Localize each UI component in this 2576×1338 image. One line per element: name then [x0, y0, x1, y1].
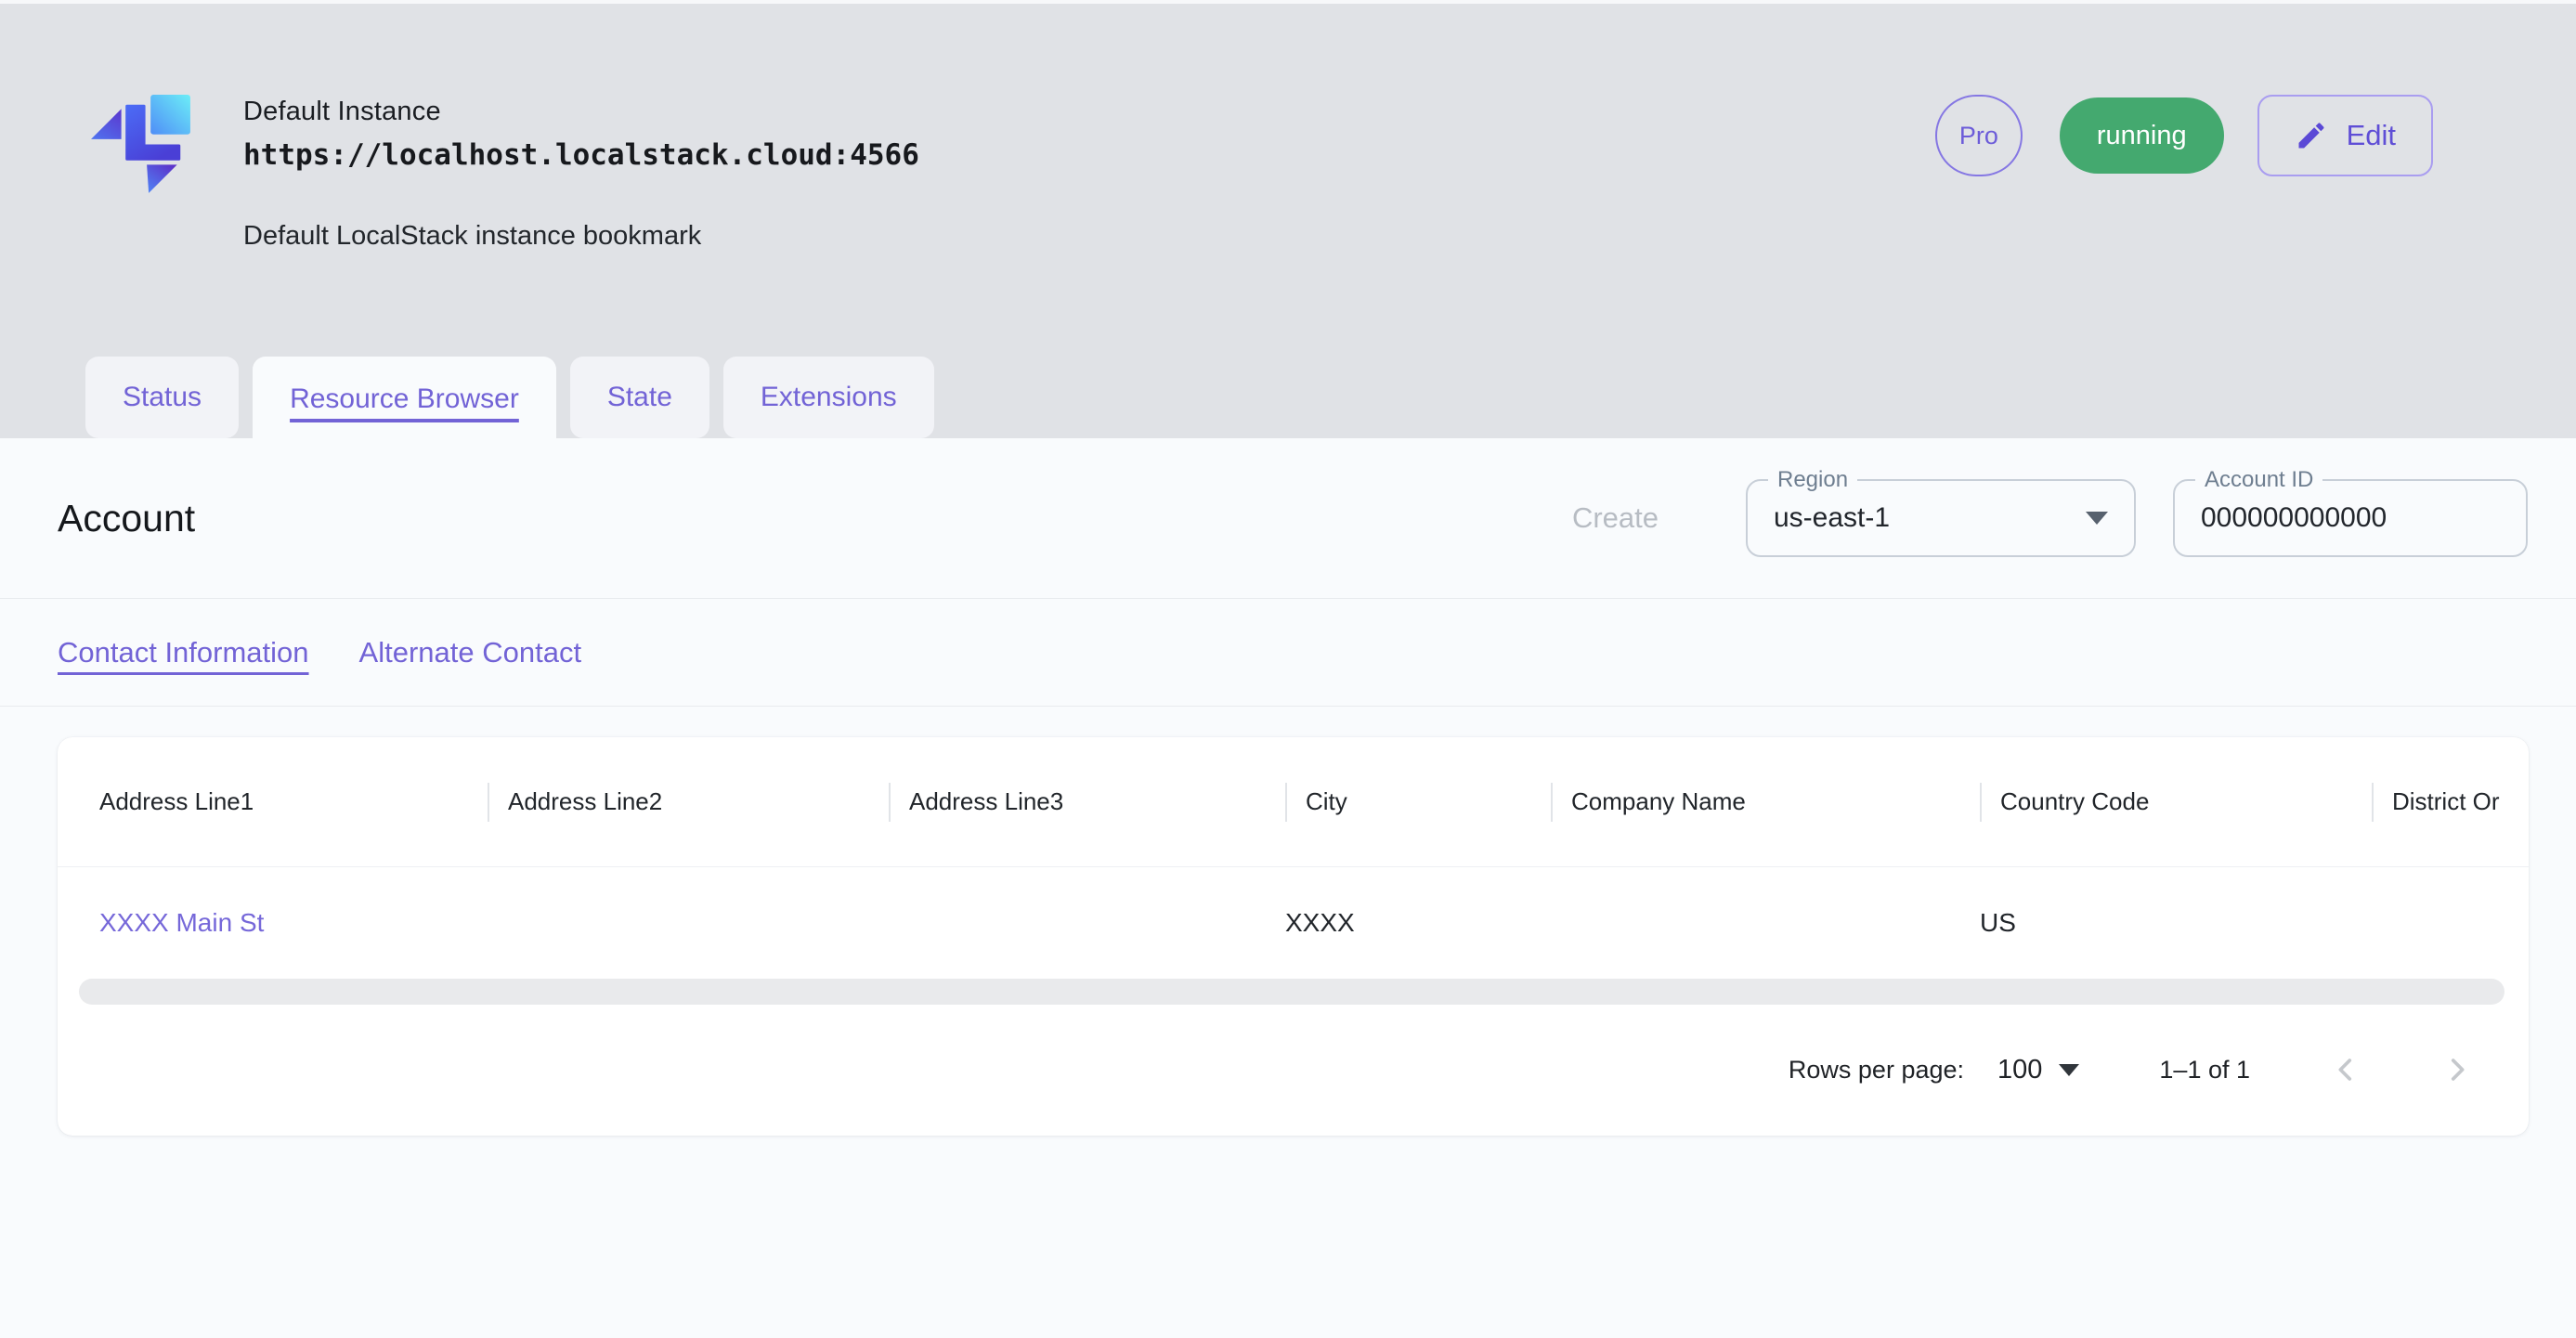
- instance-name: Default Instance: [243, 97, 919, 127]
- previous-page-button[interactable]: [2330, 1054, 2361, 1085]
- subtab-alternate-contact[interactable]: Alternate Contact: [359, 636, 582, 669]
- account-id-field: Account ID: [2173, 479, 2528, 557]
- chevron-left-icon: [2330, 1054, 2361, 1085]
- subtab-contact-information[interactable]: Contact Information: [58, 636, 309, 669]
- edit-button[interactable]: Edit: [2257, 95, 2433, 176]
- column-header-country-code[interactable]: Country Code: [1980, 783, 2372, 822]
- column-header-address-line1[interactable]: Address Line1: [99, 787, 488, 816]
- subtab-divider: [0, 706, 2576, 707]
- instance-title-block: Default Instance https://localhost.local…: [243, 97, 919, 172]
- horizontal-scrollbar[interactable]: [79, 979, 2504, 1005]
- data-grid-card: Address Line1 Address Line2 Address Line…: [58, 737, 2529, 1136]
- column-header-city[interactable]: City: [1285, 783, 1551, 822]
- column-separator: [1551, 783, 1553, 822]
- instance-description: Default LocalStack instance bookmark: [243, 221, 701, 252]
- column-separator: [1980, 783, 1982, 822]
- column-header-address-line3[interactable]: Address Line3: [889, 783, 1285, 822]
- chevron-down-icon: [2059, 1064, 2079, 1076]
- instance-url: https://localhost.localstack.cloud:4566: [243, 138, 919, 172]
- pro-badge: Pro: [1935, 95, 2023, 176]
- rows-per-page-value: 100: [1997, 1055, 2042, 1085]
- cell-city: XXXX: [1285, 908, 1551, 938]
- column-separator: [2372, 783, 2374, 822]
- table-header-row: Address Line1 Address Line2 Address Line…: [58, 737, 2529, 867]
- column-separator: [1285, 783, 1287, 822]
- column-separator: [488, 783, 489, 822]
- column-separator: [889, 783, 891, 822]
- region-select-value: us-east-1: [1774, 502, 1890, 534]
- pagination-range: 1–1 of 1: [2159, 1056, 2250, 1085]
- pagination-bar: Rows per page: 100 1–1 of 1: [58, 1005, 2529, 1135]
- account-id-input[interactable]: [2201, 502, 2500, 534]
- create-button[interactable]: Create: [1572, 501, 1659, 535]
- edit-button-label: Edit: [2347, 119, 2396, 152]
- chevron-down-icon: [2086, 512, 2108, 525]
- next-page-button[interactable]: [2441, 1054, 2473, 1085]
- column-header-address-line2[interactable]: Address Line2: [488, 783, 889, 822]
- pencil-icon: [2295, 119, 2328, 152]
- cell-country-code: US: [1980, 908, 2372, 938]
- page-title: Account: [58, 497, 195, 540]
- row-link[interactable]: XXXX Main St: [99, 908, 264, 938]
- resource-header: Account Create Region us-east-1 Account …: [0, 438, 2576, 598]
- rows-per-page-label: Rows per page:: [1789, 1056, 1964, 1085]
- account-id-label: Account ID: [2195, 467, 2322, 493]
- region-select[interactable]: Region us-east-1: [1746, 479, 2136, 557]
- chevron-right-icon: [2441, 1054, 2473, 1085]
- rows-per-page-select[interactable]: 100: [1997, 1055, 2079, 1085]
- instance-actions: Pro running Edit: [1935, 93, 2433, 178]
- resource-browser-panel: Account Create Region us-east-1 Account …: [0, 438, 2576, 1338]
- column-header-district[interactable]: District Or: [2372, 783, 2529, 822]
- localstack-app-window: Default Instance https://localhost.local…: [0, 0, 2576, 1338]
- localstack-logo-icon: [89, 93, 193, 197]
- cell-address-line1: XXXX Main St: [99, 908, 488, 938]
- status-badge: running: [2060, 97, 2224, 174]
- sub-tab-bar: Contact Information Alternate Contact: [0, 599, 2576, 706]
- tab-resource-browser[interactable]: Resource Browser: [253, 357, 556, 442]
- tab-state[interactable]: State: [570, 357, 709, 438]
- tab-extensions[interactable]: Extensions: [723, 357, 934, 438]
- region-select-label: Region: [1768, 467, 1857, 493]
- table-row[interactable]: XXXX Main St XXXX US: [58, 867, 2529, 979]
- tab-status[interactable]: Status: [85, 357, 239, 438]
- instance-header: Default Instance https://localhost.local…: [0, 0, 2576, 357]
- column-header-company-name[interactable]: Company Name: [1551, 783, 1980, 822]
- main-tab-bar: Status Resource Browser State Extensions: [85, 357, 934, 442]
